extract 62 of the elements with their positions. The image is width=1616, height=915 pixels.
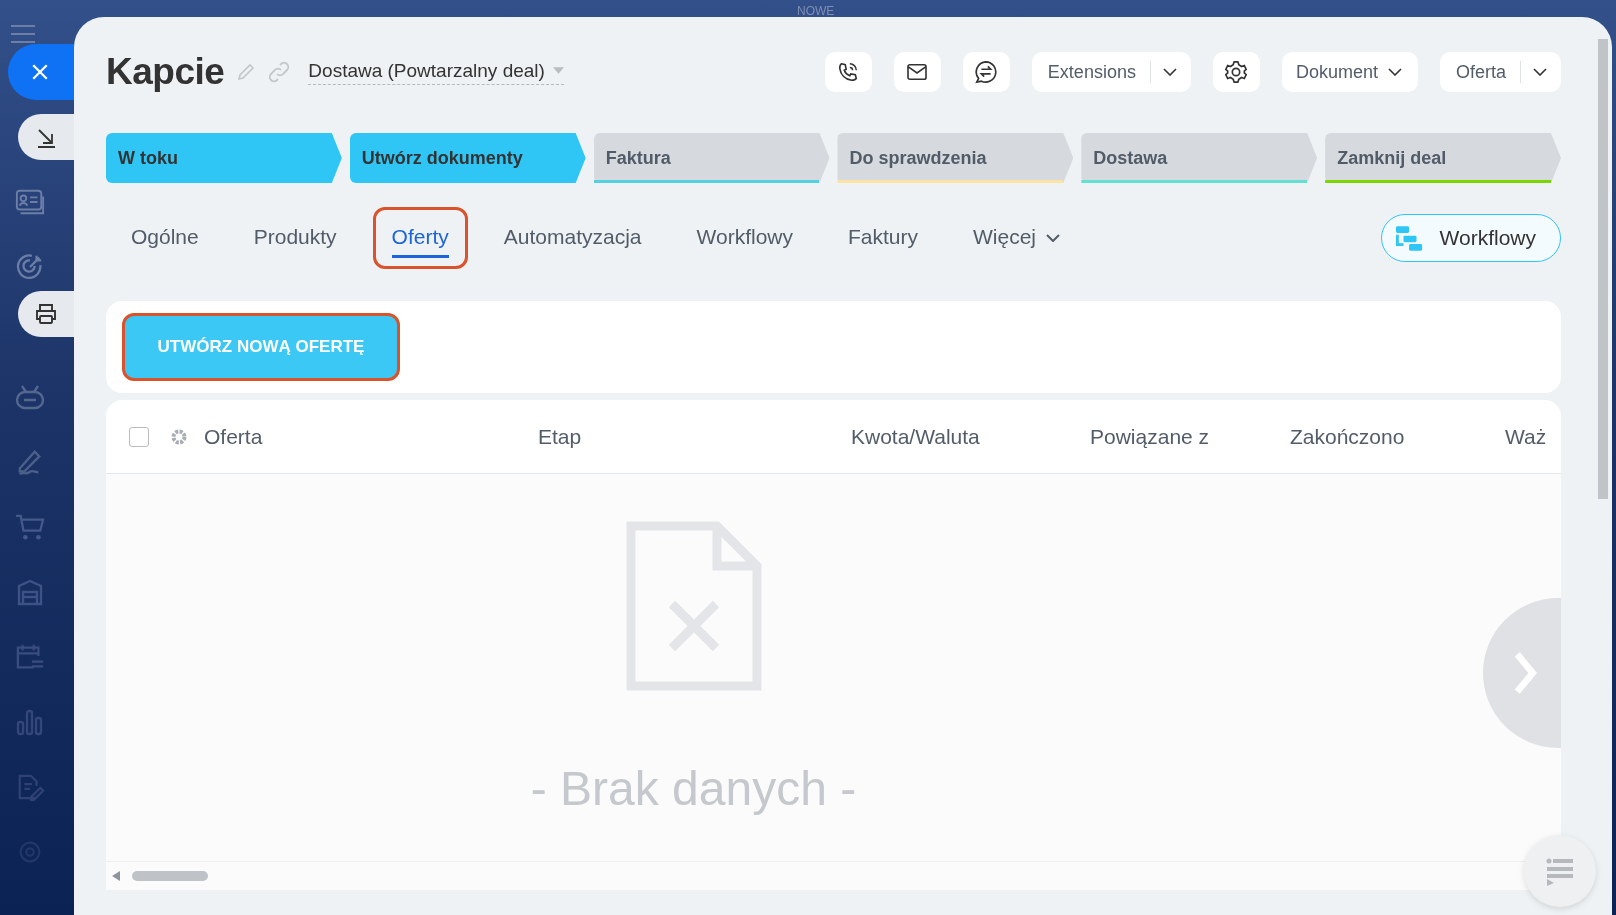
stage-step[interactable]: Dostawa	[1081, 133, 1318, 183]
stage-step[interactable]: W toku	[106, 133, 342, 183]
mail-button[interactable]	[893, 52, 941, 92]
chat-icon	[974, 60, 999, 84]
select-all-checkbox[interactable]	[129, 426, 149, 447]
link-icon[interactable]	[268, 61, 291, 83]
workflow-icon	[1395, 225, 1424, 251]
tab[interactable]: Workflowy	[677, 207, 812, 269]
calendar-icon[interactable]	[15, 643, 45, 671]
empty-document-icon	[625, 521, 762, 691]
column-header[interactable]: Etap	[538, 424, 851, 449]
tab[interactable]: Więcej	[954, 207, 1079, 269]
list-button[interactable]	[1524, 835, 1596, 907]
print-button[interactable]	[18, 291, 74, 337]
pipeline-dropdown[interactable]: Dostawa (Powtarzalny deal)	[308, 59, 564, 85]
column-header[interactable]: Kwota/Waluta	[851, 424, 1090, 449]
close-button[interactable]	[8, 44, 74, 100]
phone-icon	[837, 61, 860, 83]
printer-icon	[34, 302, 58, 326]
stage-step[interactable]: Do sprawdzenia	[837, 133, 1074, 183]
section-label: NOWE	[797, 4, 835, 18]
phone-button[interactable]	[824, 52, 872, 92]
split-button[interactable]: Extensions	[1031, 52, 1191, 92]
list-icon	[1545, 856, 1575, 886]
warehouse-icon[interactable]	[15, 578, 45, 606]
column-header[interactable]: Oferta	[204, 424, 538, 449]
cart-icon[interactable]	[15, 513, 45, 541]
scroll-left-icon[interactable]	[112, 871, 120, 881]
column-header[interactable]: Zakończono	[1290, 424, 1505, 449]
pencil-icon[interactable]	[236, 62, 257, 82]
tab[interactable]: Automatyzacja	[484, 207, 661, 269]
dropdown-button[interactable]: Dokument	[1281, 52, 1418, 92]
contact-card-icon[interactable]	[15, 188, 45, 216]
menu-icon[interactable]	[11, 24, 35, 44]
stage-step[interactable]: Zamknij deal	[1325, 133, 1561, 183]
arrow-icon	[35, 126, 57, 148]
deal-title: Kapcie	[106, 51, 225, 93]
bar-chart-icon[interactable]	[15, 708, 45, 736]
tab[interactable]: Produkty	[234, 207, 356, 269]
chevron-icon	[1533, 68, 1547, 76]
caret-icon	[552, 67, 564, 74]
column-header[interactable]: Waż	[1505, 424, 1547, 449]
stage-step[interactable]: Faktura	[593, 133, 830, 183]
tab[interactable]: Faktury	[829, 207, 937, 269]
workflow-button[interactable]: Workflowy	[1380, 214, 1561, 262]
stage-step[interactable]: Utwórz dokumenty	[349, 133, 586, 183]
chevron-icon	[1387, 68, 1402, 76]
scrollbar-thumb[interactable]	[132, 871, 208, 881]
chevron-icon	[1513, 651, 1537, 695]
split-button[interactable]: Oferta	[1439, 52, 1561, 92]
tab[interactable]: Ogólne	[112, 207, 218, 269]
chat-button[interactable]	[962, 52, 1010, 92]
column-header[interactable]: Powiązane z	[1090, 424, 1290, 449]
close-icon	[31, 63, 49, 81]
chevron-icon	[1162, 68, 1177, 76]
settings-button[interactable]	[1212, 52, 1260, 92]
mail-icon	[906, 63, 929, 81]
scrollbar-thumb[interactable]	[1598, 39, 1608, 499]
tab[interactable]: Oferty	[372, 207, 468, 269]
chevron-icon	[1046, 234, 1060, 242]
robot-icon[interactable]	[15, 383, 45, 411]
minimize-button[interactable]	[18, 114, 74, 160]
